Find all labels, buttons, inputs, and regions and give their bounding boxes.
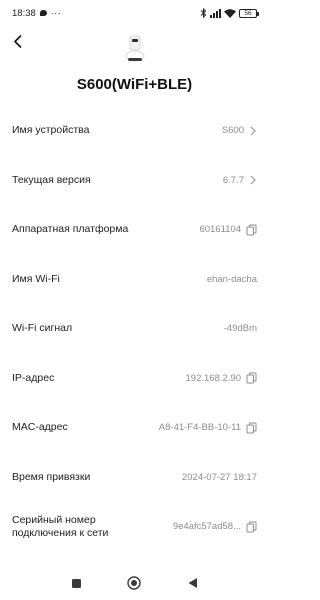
home-button[interactable] xyxy=(124,573,144,593)
row-value: -49dBm xyxy=(223,323,257,335)
row-label: Имя устройства xyxy=(12,124,90,137)
chevron-right-icon xyxy=(250,126,256,136)
row-value: 2024-07-27 18:17 xyxy=(181,471,257,483)
status-bar: 18:38 ··· 56 xyxy=(0,0,269,26)
chevron-left-icon xyxy=(13,34,21,48)
row-network-serial: Серийный номер подключения к сети 9e4afc… xyxy=(0,502,269,552)
row-label: IP-адрес xyxy=(12,371,55,384)
status-left: 18:38 ··· xyxy=(12,8,61,19)
row-firmware-version[interactable]: Текущая версия 6.7.7 xyxy=(0,156,269,206)
row-wifi-name: Имя Wi-Fi ehan-dacha xyxy=(0,255,269,305)
square-icon xyxy=(72,578,82,588)
row-mac-address: MAC-адрес A8-41-F4-BB-10-11 xyxy=(0,403,269,453)
back-button[interactable] xyxy=(6,30,28,52)
row-device-name[interactable]: Имя устройства S600 xyxy=(0,106,269,156)
row-hardware-platform: Аппаратная платформа 60161104 xyxy=(0,205,269,255)
row-value: ehan-dacha xyxy=(206,273,257,285)
chevron-right-icon xyxy=(250,175,256,185)
status-time: 18:38 xyxy=(12,7,36,19)
system-nav-bar xyxy=(0,566,269,600)
row-label: Имя Wi-Fi xyxy=(12,272,60,285)
copy-icon[interactable] xyxy=(246,224,257,236)
row-value: 6.7.7 xyxy=(222,174,244,186)
row-value: 192.168.2.90 xyxy=(185,372,241,384)
row-right: 9e4afc57ad58... xyxy=(173,521,257,533)
row-right: 2024-07-27 18:17 xyxy=(182,472,257,483)
row-value: S600 xyxy=(221,125,244,137)
row-label: Аппаратная платформа xyxy=(12,223,129,236)
row-value: A8-41-F4-BB-10-11 xyxy=(158,422,241,434)
system-back-button[interactable] xyxy=(182,573,202,593)
home-circle-icon xyxy=(127,576,142,590)
row-value: 9e4afc57ad58... xyxy=(172,521,241,533)
row-binding-time: Время привязки 2024-07-27 18:17 xyxy=(0,453,269,503)
row-right: -49dBm xyxy=(224,323,257,334)
row-label: Время привязки xyxy=(12,470,91,483)
status-right: 56 xyxy=(200,8,259,18)
copy-icon[interactable] xyxy=(246,521,257,533)
recent-apps-button[interactable] xyxy=(67,573,87,593)
row-label: MAC-адрес xyxy=(12,421,68,434)
row-value: 60161104 xyxy=(199,224,241,236)
row-label: Текущая версия xyxy=(12,173,91,186)
row-right: 192.168.2.90 xyxy=(186,372,257,384)
bluetooth-icon xyxy=(200,8,207,18)
copy-icon[interactable] xyxy=(246,422,257,434)
row-label: Wi-Fi сигнал xyxy=(12,322,73,335)
row-right: S600 xyxy=(222,125,257,136)
battery-icon: 56 xyxy=(239,8,259,18)
message-notification-icon xyxy=(39,10,47,16)
device-title: S600(WiFi+BLE) xyxy=(76,76,193,93)
row-wifi-signal: Wi-Fi сигнал -49dBm xyxy=(0,304,269,354)
robot-vacuum-station-icon xyxy=(125,35,145,62)
cellular-signal-icon xyxy=(210,8,221,18)
copy-icon[interactable] xyxy=(246,372,257,384)
back-triangle-icon xyxy=(188,578,197,588)
row-right: 6.7.7 xyxy=(223,175,257,186)
row-label: Серийный номер подключения к сети xyxy=(12,513,109,539)
wifi-icon xyxy=(224,8,236,18)
row-ip-address: IP-адрес 192.168.2.90 xyxy=(0,354,269,404)
row-right: 60161104 xyxy=(199,224,257,236)
device-info-list: Имя устройства S600 Текущая версия 6.7.7… xyxy=(0,106,269,552)
more-notifications-indicator: ··· xyxy=(50,8,62,18)
device-info-screen: 18:38 ··· 56 S600(WiFi+BLE) Имя устройст… xyxy=(0,0,269,600)
row-right: A8-41-F4-BB-10-11 xyxy=(159,422,257,434)
row-right: ehan-dacha xyxy=(207,274,257,285)
